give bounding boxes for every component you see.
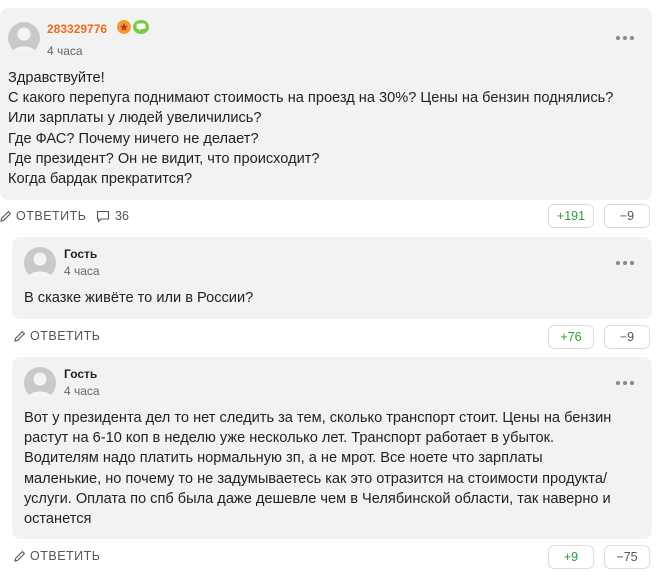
user-silhouette-icon xyxy=(28,372,52,399)
comment-text: В сказке живёте то или в России? xyxy=(24,290,254,306)
comment-time: 4 часа xyxy=(47,44,83,58)
replies-count[interactable]: 36 xyxy=(96,209,129,223)
avatar[interactable] xyxy=(24,367,56,399)
comment-text: Вот у президента дел то нет следить за т… xyxy=(24,410,612,527)
downvote-button[interactable]: −75 xyxy=(604,545,650,569)
more-options-icon[interactable] xyxy=(616,258,638,268)
author-name[interactable]: Гость xyxy=(64,367,97,381)
reply-button[interactable]: ОТВЕТИТЬ xyxy=(14,549,101,563)
comment-icon xyxy=(96,210,110,223)
user-silhouette-icon xyxy=(28,252,52,279)
user-silhouette-icon xyxy=(12,27,36,54)
pencil-icon xyxy=(14,330,26,342)
more-options-icon[interactable] xyxy=(616,378,638,388)
upvote-button[interactable]: +9 xyxy=(548,545,594,569)
pencil-icon xyxy=(14,550,26,562)
reply-button[interactable]: ОТВЕТИТЬ xyxy=(0,209,87,223)
author-name[interactable]: Гость xyxy=(64,247,97,261)
avatar[interactable] xyxy=(24,247,56,279)
comment-text: Здравствуйте! С какого перепуга поднимаю… xyxy=(8,70,614,187)
comment-time: 4 часа xyxy=(64,384,100,398)
reply-button[interactable]: ОТВЕТИТЬ xyxy=(14,329,101,343)
author-name[interactable]: 283329776 xyxy=(47,22,107,36)
pencil-icon xyxy=(0,210,12,222)
comment-time: 4 часа xyxy=(64,264,100,278)
upvote-button[interactable]: +76 xyxy=(548,325,594,349)
downvote-button[interactable]: −9 xyxy=(604,204,650,228)
more-options-icon[interactable] xyxy=(616,33,638,43)
upvote-button[interactable]: +191 xyxy=(548,204,594,228)
avatar[interactable] xyxy=(8,22,40,54)
chat-badge-icon xyxy=(133,20,149,34)
author-badges xyxy=(117,20,149,34)
downvote-button[interactable]: −9 xyxy=(604,325,650,349)
award-icon xyxy=(117,20,131,34)
